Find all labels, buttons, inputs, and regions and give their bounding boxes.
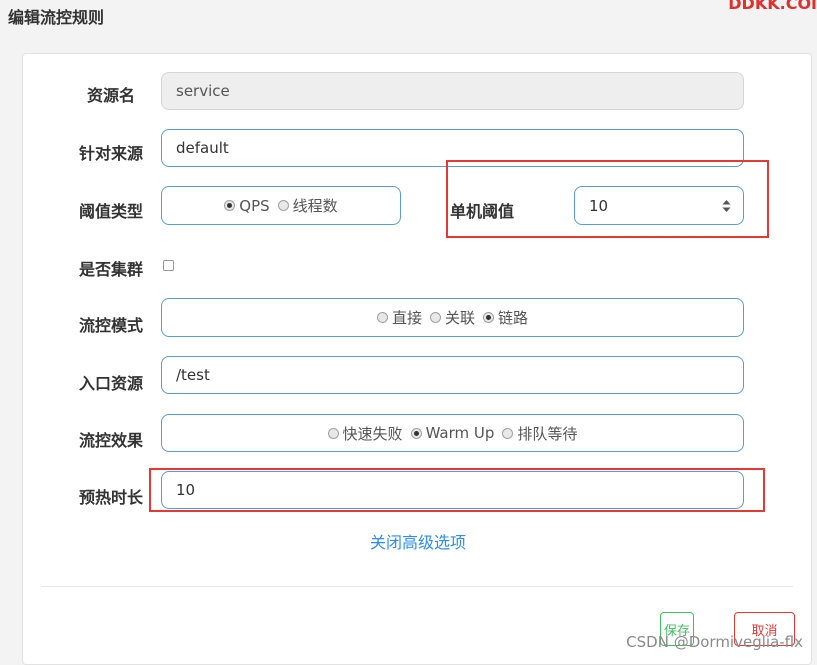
footer-divider — [41, 586, 793, 587]
grade-option-thread-label: 线程数 — [292, 197, 338, 215]
warmup-value: 10 — [176, 481, 196, 499]
grade-option-thread[interactable]: 线程数 — [277, 195, 338, 216]
limit-app-label: 针对来源 — [78, 144, 143, 163]
ref-resource-input[interactable]: /test — [161, 356, 744, 394]
brand-logo: DDKK.COI — [728, 0, 817, 13]
ref-resource-label: 入口资源 — [78, 374, 143, 393]
ref-resource-value: /test — [176, 366, 210, 384]
grade-label: 阈值类型 — [78, 202, 143, 221]
radio-icon — [429, 312, 441, 323]
control-behavior-radio-group: 快速失败 Warm Up 排队等待 — [161, 414, 744, 452]
radio-icon — [277, 200, 289, 211]
strategy-option-relate-label: 关联 — [444, 309, 475, 327]
behavior-option-warm-up[interactable]: Warm Up — [410, 424, 495, 442]
radio-icon — [376, 312, 388, 323]
count-input[interactable]: 10 — [574, 186, 744, 225]
resource-name-label: 资源名 — [86, 86, 135, 105]
behavior-option-queue-label: 排队等待 — [517, 424, 578, 443]
radio-checked-icon — [483, 312, 494, 323]
behavior-option-queue[interactable]: 排队等待 — [502, 423, 577, 444]
radio-icon — [327, 427, 339, 439]
warmup-input[interactable]: 10 — [161, 471, 744, 509]
page-title: 编辑流控规则 — [8, 8, 105, 27]
grade-option-qps-label: QPS — [239, 196, 270, 215]
radio-icon — [502, 427, 514, 439]
strategy-option-chain[interactable]: 链路 — [483, 307, 528, 328]
control-behavior-label: 流控效果 — [78, 431, 143, 450]
warmup-label: 预热时长 — [78, 488, 143, 507]
toggle-advanced-link[interactable]: 关闭高级选项 — [23, 529, 813, 553]
strategy-radio-group: 直接 关联 链路 — [161, 298, 744, 337]
cluster-checkbox[interactable] — [163, 260, 174, 271]
strategy-option-direct[interactable]: 直接 — [376, 307, 422, 328]
edit-flow-rule-dialog: 资源名 service 针对来源 default 阈值类型 QPS 线程数 单机… — [22, 53, 812, 665]
resource-name-field: service — [161, 72, 744, 110]
limit-app-input[interactable]: default — [161, 129, 744, 167]
resource-name-value: service — [176, 82, 230, 100]
behavior-option-warm-up-label: Warm Up — [425, 424, 495, 442]
count-value: 10 — [589, 196, 609, 215]
count-label: 单机阈值 — [450, 202, 515, 221]
cluster-label: 是否集群 — [78, 260, 143, 279]
spinner-icon[interactable] — [722, 199, 731, 213]
radio-checked-icon — [410, 427, 422, 439]
behavior-option-fast-fail-label: 快速失败 — [342, 424, 403, 443]
limit-app-value: default — [176, 139, 229, 157]
radio-checked-icon — [224, 200, 236, 211]
strategy-option-chain-label: 链路 — [498, 309, 529, 327]
strategy-option-direct-label: 直接 — [391, 309, 422, 327]
grade-option-qps[interactable]: QPS — [224, 196, 270, 215]
grade-radio-group: QPS 线程数 — [161, 186, 401, 225]
strategy-option-relate[interactable]: 关联 — [429, 307, 475, 328]
strategy-label: 流控模式 — [78, 316, 143, 335]
watermark: CSDN @Dormiveglia-flx — [626, 633, 803, 651]
behavior-option-fast-fail[interactable]: 快速失败 — [327, 423, 403, 444]
